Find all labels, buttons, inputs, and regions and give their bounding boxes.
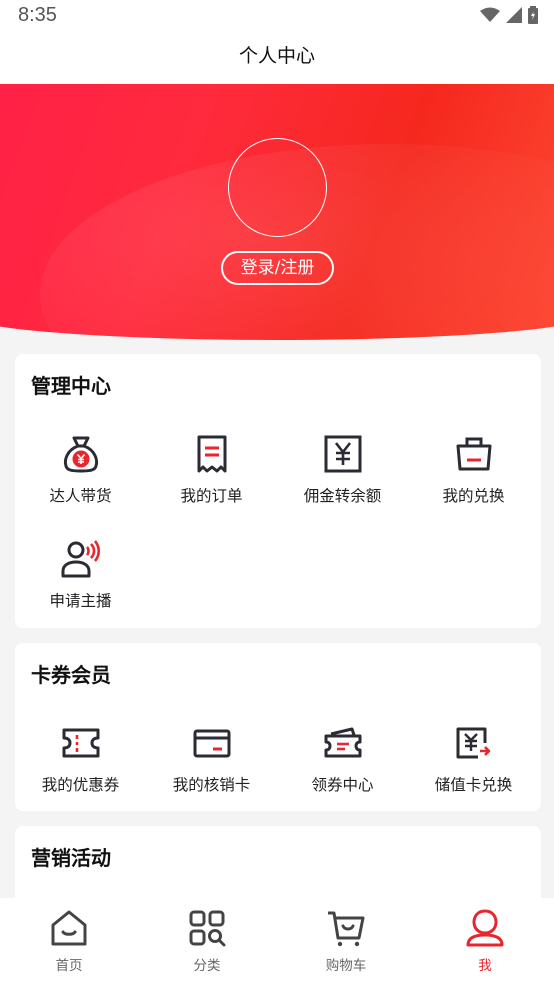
management-card: 管理中心 达人带货 我的订单 佣金转余额 我的兑换 申请主播 <box>15 354 541 628</box>
tab-home[interactable]: 首页 <box>0 908 138 974</box>
status-time: 8:35 <box>18 4 57 26</box>
page-title: 个人中心 <box>238 45 315 67</box>
status-icons <box>480 6 538 24</box>
menu-item-influencer-sales[interactable]: 达人带货 <box>15 434 146 506</box>
menu-item-commission-to-balance[interactable]: 佣金转余额 <box>277 434 408 506</box>
menu-item-my-orders[interactable]: 我的订单 <box>146 434 277 506</box>
user-icon <box>466 909 504 947</box>
money-bag-icon <box>63 436 98 473</box>
menu-item-label: 申请主播 <box>49 592 112 610</box>
menu-item-my-exchanges[interactable]: 我的兑换 <box>408 434 539 506</box>
bottom-tab-bar: 首页 分类 购物车 我 <box>0 898 554 984</box>
login-register-button[interactable]: 登录/注册 <box>221 251 334 285</box>
menu-item-label: 领券中心 <box>311 776 374 794</box>
title-bar: 个人中心 <box>0 32 554 84</box>
tab-me[interactable]: 我 <box>416 908 554 974</box>
menu-item-label: 佣金转余额 <box>303 487 382 505</box>
avatar[interactable] <box>228 138 327 237</box>
yen-icon <box>324 435 361 473</box>
menu-item-apply-streamer[interactable]: 申请主播 <box>15 539 146 611</box>
tab-category[interactable]: 分类 <box>138 908 276 974</box>
receipt-icon <box>197 435 226 473</box>
signal-icon <box>506 7 522 23</box>
menu-item-label: 我的核销卡 <box>172 776 251 794</box>
tab-label: 首页 <box>55 958 83 974</box>
status-bar: 8:35 <box>0 0 554 32</box>
coupons-membership-title: 卡券会员 <box>31 663 111 687</box>
streamer-icon <box>61 540 100 578</box>
coupons-icon <box>324 727 361 758</box>
menu-item-label: 我的订单 <box>180 487 243 505</box>
card-icon <box>193 729 230 758</box>
menu-item-stored-value-exchange[interactable]: 储值卡兑换 <box>408 723 539 795</box>
menu-item-label: 储值卡兑换 <box>434 776 513 794</box>
coupons-membership-card: 卡券会员 我的优惠券 我的核销卡 领券中心 储值卡兑换 <box>15 643 541 811</box>
management-title: 管理中心 <box>31 374 111 398</box>
menu-item-label: 我的兑换 <box>442 487 505 505</box>
home-icon <box>51 910 87 946</box>
marketing-title: 营销活动 <box>31 846 111 870</box>
category-icon <box>189 910 226 947</box>
menu-item-label: 达人带货 <box>49 487 112 505</box>
menu-item-label: 我的优惠券 <box>41 776 120 794</box>
shopping-bag-icon <box>456 437 491 471</box>
tab-label: 购物车 <box>325 958 367 974</box>
menu-item-coupon-center[interactable]: 领券中心 <box>277 723 408 795</box>
cart-icon <box>328 911 365 947</box>
tab-label: 分类 <box>193 958 221 974</box>
menu-item-my-redemption-cards[interactable]: 我的核销卡 <box>146 723 277 795</box>
tab-label: 我 <box>478 958 492 974</box>
menu-item-my-coupons[interactable]: 我的优惠券 <box>15 723 146 795</box>
battery-icon <box>528 6 538 24</box>
ticket-icon <box>62 728 99 758</box>
tab-cart[interactable]: 购物车 <box>277 908 415 974</box>
wifi-icon <box>480 7 500 22</box>
stored-value-card-icon <box>456 727 490 759</box>
profile-header: 登录/注册 <box>0 84 554 340</box>
